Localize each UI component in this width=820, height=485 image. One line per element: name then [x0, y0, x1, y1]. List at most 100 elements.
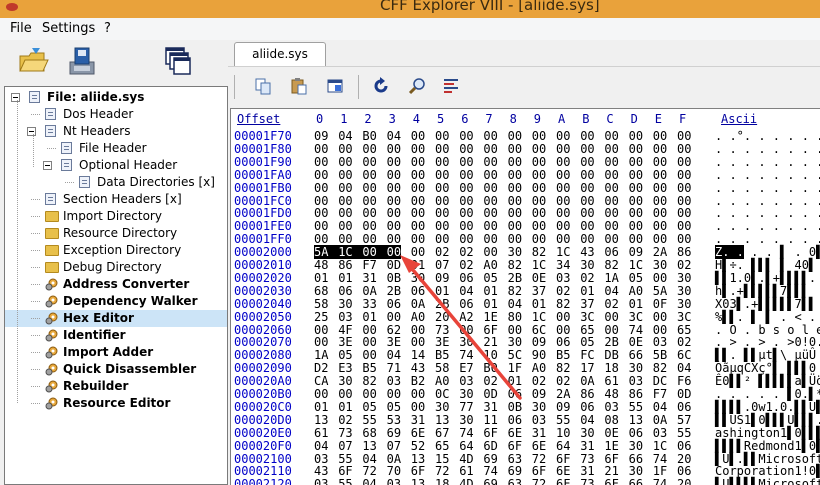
hex-byte[interactable]: 00 — [604, 194, 618, 208]
hex-byte[interactable]: 31 — [362, 271, 376, 285]
hex-byte[interactable]: 00 — [653, 310, 667, 324]
ascii-cell[interactable]: ▌▌▌▌Redmond1▌0▌▌ — [715, 439, 820, 453]
hex-byte[interactable]: 04 — [387, 129, 401, 143]
hex-byte[interactable]: 00 — [435, 168, 449, 182]
hex-byte[interactable]: 58 — [435, 361, 449, 375]
ascii-cell[interactable]: ▌▌US1▌0▌▌▌U▌▌▌.W — [715, 413, 820, 427]
hex-byte[interactable]: 00 — [508, 194, 522, 208]
hex-byte[interactable]: 00 — [314, 335, 328, 349]
select-button[interactable] — [442, 77, 460, 95]
hex-byte[interactable]: 00 — [483, 232, 497, 246]
hex-byte[interactable]: 00 — [411, 387, 425, 401]
hex-byte[interactable]: 6E — [411, 426, 425, 440]
hex-byte[interactable]: 43 — [411, 361, 425, 375]
hex-byte[interactable]: 00 — [556, 168, 570, 182]
hex-byte[interactable]: 04 — [338, 129, 352, 143]
hex-byte[interactable]: A0 — [532, 361, 546, 375]
hex-byte[interactable]: 4D — [459, 477, 473, 485]
hex-byte[interactable]: 00 — [338, 194, 352, 208]
hex-byte[interactable]: 06 — [387, 297, 401, 311]
copy-button[interactable] — [254, 77, 272, 95]
hex-byte[interactable]: 6F — [483, 426, 497, 440]
hex-byte[interactable]: 00 — [580, 155, 594, 169]
hex-byte[interactable]: 13 — [362, 439, 376, 453]
ascii-cell[interactable]: . .°. . . . . . . . . . . . . — [715, 129, 820, 143]
hex-byte[interactable]: 04 — [653, 400, 667, 414]
hex-byte[interactable]: 02 — [556, 374, 570, 388]
hex-byte[interactable]: 80 — [508, 310, 522, 324]
hex-byte[interactable]: 6E — [532, 439, 546, 453]
hex-byte[interactable]: 30 — [459, 387, 473, 401]
hex-byte[interactable]: 43 — [580, 245, 594, 259]
hex-byte[interactable]: 00 — [362, 245, 387, 260]
hex-byte[interactable]: 00 — [653, 129, 667, 143]
hex-byte[interactable]: 82 — [556, 297, 570, 311]
hex-byte[interactable]: 00 — [580, 219, 594, 233]
hex-byte[interactable]: 55 — [338, 477, 352, 485]
hex-byte[interactable]: 05 — [387, 400, 401, 414]
hex-byte[interactable]: 00 — [435, 129, 449, 143]
hex-byte[interactable]: F7 — [362, 258, 376, 272]
hex-byte[interactable]: 00 — [508, 181, 522, 195]
hex-byte[interactable]: 6F — [604, 452, 618, 466]
hex-byte[interactable]: 20 — [677, 452, 691, 466]
hex-byte[interactable]: 03 — [338, 310, 352, 324]
hex-byte[interactable]: 00 — [604, 232, 618, 246]
hex-byte[interactable]: 00 — [362, 232, 376, 246]
hex-byte[interactable]: 00 — [459, 219, 473, 233]
hex-byte[interactable]: B0 — [362, 129, 376, 143]
hex-byte[interactable]: 00 — [362, 168, 376, 182]
hex-byte[interactable]: 00 — [459, 323, 473, 337]
hex-byte[interactable]: 30 — [677, 284, 691, 298]
hex-byte[interactable]: 74 — [629, 323, 643, 337]
hex-byte[interactable]: 00 — [338, 181, 352, 195]
hex-byte[interactable]: 04 — [604, 284, 618, 298]
hex-byte[interactable]: 06 — [629, 426, 643, 440]
hex-byte[interactable]: 00 — [677, 142, 691, 156]
hex-byte[interactable]: 1C — [653, 439, 667, 453]
hex-byte[interactable]: 03 — [629, 374, 643, 388]
hex-byte[interactable]: 00 — [435, 232, 449, 246]
hex-byte[interactable]: 31 — [411, 413, 425, 427]
hex-byte[interactable]: 00 — [387, 387, 401, 401]
tree-item[interactable]: Resource Directory — [5, 225, 227, 242]
tab-aliide-sys[interactable]: aliide.sys — [234, 42, 326, 66]
tree-item[interactable]: Debug Directory — [5, 259, 227, 276]
hex-byte[interactable]: 1C — [532, 310, 546, 324]
hex-byte[interactable]: 86 — [629, 387, 643, 401]
hex-byte[interactable]: 1C — [556, 245, 570, 259]
hex-byte[interactable]: E7 — [459, 361, 473, 375]
windows-button[interactable] — [160, 44, 194, 78]
hex-byte[interactable]: 03 — [459, 374, 473, 388]
hex-byte[interactable]: 00 — [483, 219, 497, 233]
hex-byte[interactable]: 03 — [653, 335, 667, 349]
hex-byte[interactable]: 73 — [580, 477, 594, 485]
ascii-cell[interactable]: . . . . . ▌0.▌*▌H — [715, 387, 820, 401]
hex-byte[interactable]: 02 — [483, 374, 497, 388]
hex-byte[interactable]: 20 — [435, 310, 449, 324]
hex-byte[interactable]: 00 — [556, 232, 570, 246]
hex-byte[interactable]: 30 — [629, 464, 643, 478]
hex-byte[interactable]: 02 — [532, 374, 546, 388]
hex-byte[interactable]: 00 — [314, 181, 328, 195]
hex-byte[interactable]: 72 — [435, 464, 449, 478]
tree-item[interactable]: Import Directory — [5, 208, 227, 225]
hex-byte[interactable]: 00 — [314, 387, 328, 401]
hex-byte[interactable]: 5B — [653, 348, 667, 362]
hex-byte[interactable]: 30 — [677, 271, 691, 285]
hex-byte[interactable]: 00 — [435, 219, 449, 233]
hex-byte[interactable]: 00 — [411, 206, 425, 220]
hex-byte[interactable]: 00 — [362, 387, 376, 401]
paste-button[interactable] — [290, 77, 308, 95]
hex-byte[interactable]: 04 — [362, 477, 376, 485]
hex-byte[interactable]: 01 — [314, 271, 328, 285]
tree-item[interactable]: File: aliide.sys — [5, 89, 227, 106]
hex-byte[interactable]: 01 — [338, 271, 352, 285]
hex-byte[interactable]: 00 — [653, 206, 667, 220]
hex-byte[interactable]: 00 — [411, 142, 425, 156]
hex-byte[interactable]: 00 — [629, 232, 643, 246]
hex-byte[interactable]: 00 — [677, 155, 691, 169]
hex-byte[interactable]: 00 — [459, 129, 473, 143]
hex-byte[interactable]: 00 — [387, 194, 401, 208]
hex-byte[interactable]: 34 — [556, 258, 570, 272]
